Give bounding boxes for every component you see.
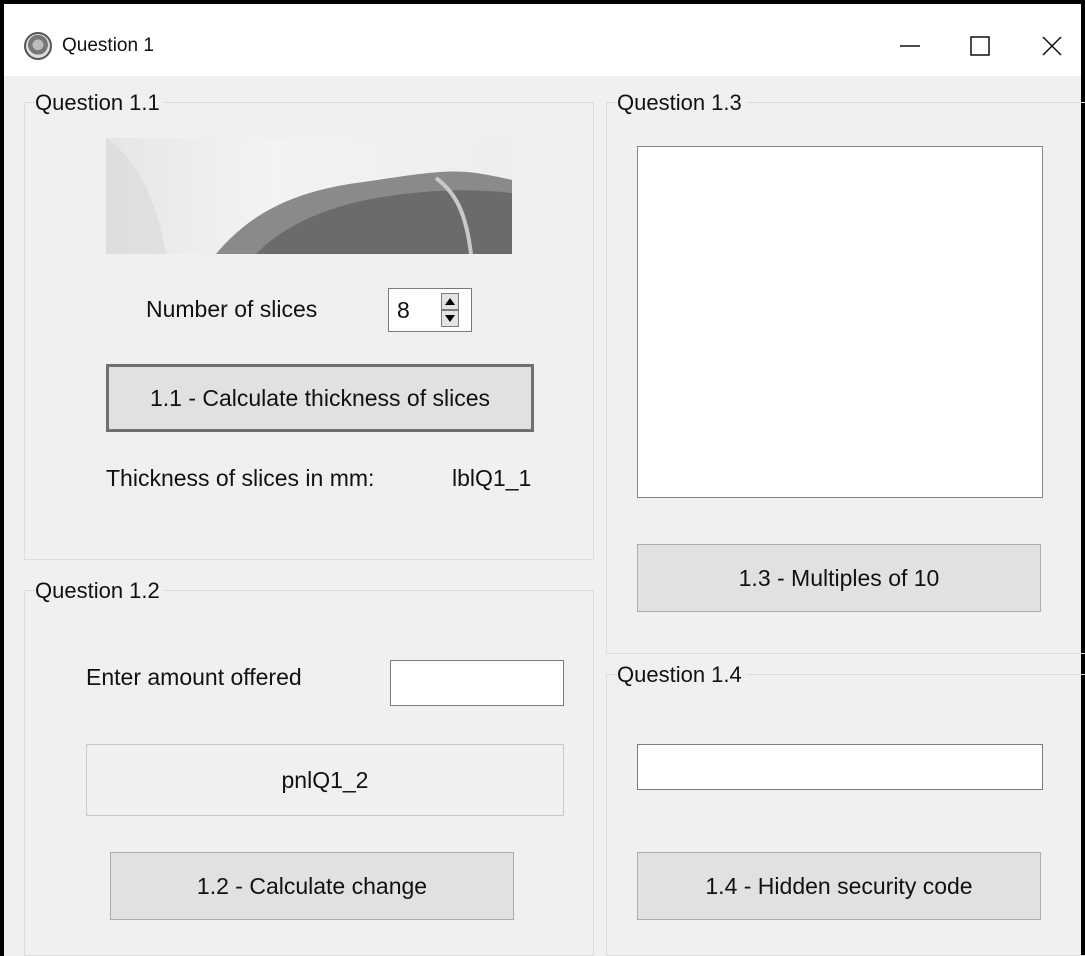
- minimize-icon: [900, 45, 920, 47]
- maximize-icon: [970, 36, 990, 56]
- bread-image: [106, 138, 512, 254]
- slices-value[interactable]: 8: [397, 296, 410, 324]
- thickness-label: Thickness of slices in mm:: [106, 465, 375, 491]
- minimize-button[interactable]: [880, 22, 940, 70]
- maximize-button[interactable]: [950, 22, 1010, 70]
- group-title: Question 1.4: [617, 662, 746, 688]
- calculate-thickness-button[interactable]: 1.1 - Calculate thickness of slices: [106, 364, 534, 432]
- bread-loaf-image: [106, 138, 512, 254]
- hidden-security-code-button[interactable]: 1.4 - Hidden security code: [637, 852, 1041, 920]
- multiples-output-box[interactable]: [637, 146, 1043, 498]
- group-title: Question 1.3: [617, 90, 746, 116]
- slices-spinedit[interactable]: 8: [388, 288, 472, 332]
- calculate-change-button[interactable]: 1.2 - Calculate change: [110, 852, 514, 920]
- change-panel: pnlQ1_2: [86, 744, 564, 816]
- app-window: Question 1 Question 1.1 Number of slices…: [0, 0, 1085, 956]
- security-code-input[interactable]: [637, 744, 1043, 790]
- caret-down-icon: [445, 315, 455, 322]
- multiples-button[interactable]: 1.3 - Multiples of 10: [637, 544, 1041, 612]
- spin-up-button[interactable]: [441, 293, 459, 310]
- title-bar: Question 1: [4, 4, 1081, 76]
- close-icon: [1042, 36, 1062, 56]
- window-title: Question 1: [62, 35, 154, 56]
- amount-input[interactable]: [390, 660, 564, 706]
- slices-label: Number of slices: [146, 296, 318, 322]
- app-icon: [24, 32, 52, 60]
- caret-up-icon: [445, 298, 455, 305]
- close-button[interactable]: [1022, 22, 1082, 70]
- thickness-value: lblQ1_1: [452, 465, 532, 491]
- group-title: Question 1.2: [35, 578, 164, 604]
- group-title: Question 1.1: [35, 90, 164, 116]
- amount-label: Enter amount offered: [86, 664, 302, 690]
- spin-down-button[interactable]: [441, 310, 459, 327]
